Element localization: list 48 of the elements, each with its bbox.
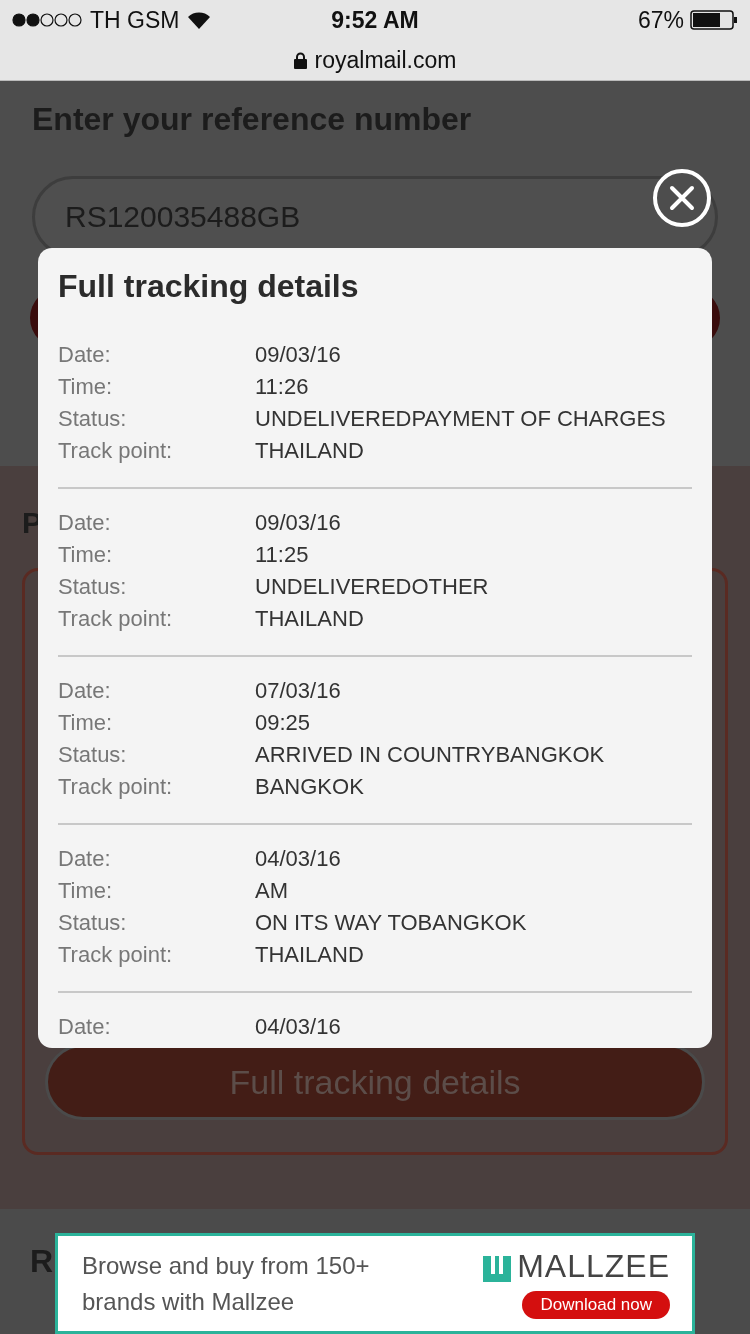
field-value: 09/03/16: [255, 510, 341, 536]
clock-time: 9:52 AM: [331, 6, 419, 34]
field-label: Time:: [58, 710, 114, 736]
field-label: Track point:: [58, 438, 174, 464]
field-label: Status:: [58, 742, 128, 768]
ad-banner[interactable]: Browse and buy from 150+ brands with Mallzee MALLZEE Download now: [55, 1233, 695, 1334]
lock-icon: [293, 51, 307, 69]
field-value: THAILAND: [255, 606, 364, 632]
field-value: THAILAND: [255, 942, 364, 968]
field-label: Date:: [58, 342, 112, 368]
field-value: 09:25: [255, 710, 311, 736]
field-value: UNDELIVEREDPAYMENT OF CHARGES: [255, 406, 666, 432]
field-value: BANGKOK: [255, 774, 364, 800]
field-label: Date:: [58, 510, 112, 536]
field-label: Time:: [58, 374, 114, 400]
battery-icon: [690, 10, 738, 30]
battery-percent: 67%: [637, 6, 684, 34]
wifi-icon: [187, 11, 212, 29]
field-label: Date:: [58, 1014, 112, 1040]
field-value: UNDELIVEREDOTHER: [255, 574, 489, 600]
field-label: Time:: [58, 542, 114, 568]
field-value: ON ITS WAY TOBANGKOK: [255, 910, 527, 936]
field-value: 11:25: [255, 542, 309, 568]
brand-name: MALLZEE: [517, 1248, 670, 1285]
modal-title: Full tracking details: [58, 268, 359, 305]
signal-icon: [12, 13, 82, 27]
field-value: 07/03/16: [255, 678, 341, 704]
field-label: Time:: [58, 878, 114, 904]
url-text[interactable]: royalmail.com: [314, 46, 457, 74]
ad-text: Browse and buy from 150+ brands with Mallzee: [82, 1250, 371, 1317]
field-label: Status:: [58, 406, 128, 432]
field-label: Track point:: [58, 942, 174, 968]
field-value: 04/03/16: [255, 846, 341, 872]
field-label: Date:: [58, 678, 112, 704]
carrier-name: TH GSM: [90, 6, 180, 34]
field-label: Track point:: [58, 606, 174, 632]
field-label: Track point:: [58, 774, 174, 800]
field-value: 09/03/16: [255, 342, 341, 368]
field-value: 04/03/16: [255, 1014, 341, 1040]
close-icon[interactable]: [652, 168, 712, 228]
field-label: Status:: [58, 574, 128, 600]
field-value: THAILAND: [255, 438, 364, 464]
field-value: 11:26: [255, 374, 309, 400]
field-value: ARRIVED IN COUNTRYBANGKOK: [255, 742, 605, 768]
field-value: AM: [255, 878, 288, 904]
download-button[interactable]: Download now: [522, 1291, 670, 1319]
field-label: Date:: [58, 846, 112, 872]
field-label: Status:: [58, 910, 128, 936]
